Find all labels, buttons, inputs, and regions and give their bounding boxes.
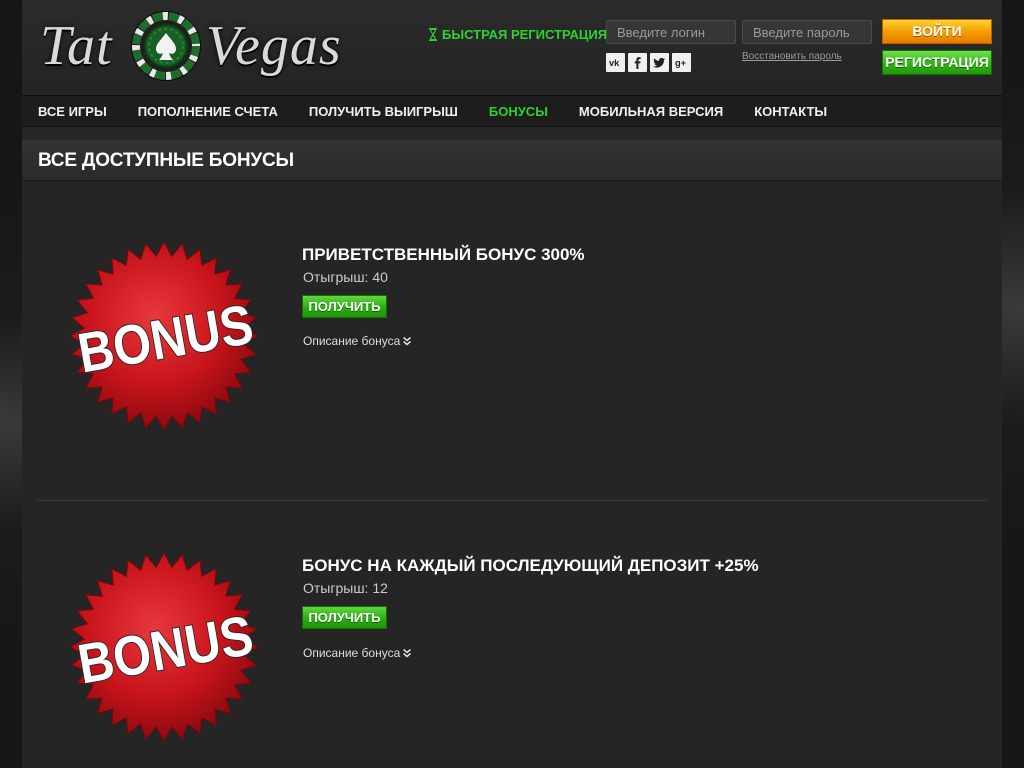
twitter-icon[interactable] [650, 53, 669, 72]
logo-text-left: Tat [40, 15, 113, 77]
bonus-title: ПРИВЕТСТВЕННЫЙ БОНУС 300% [302, 245, 585, 264]
bonus-description-label: Описание бонуса [303, 646, 401, 660]
logo-text-right: Vegas [206, 15, 342, 77]
nav-item-bonuses[interactable]: БОНУСЫ [473, 104, 563, 119]
login-button[interactable]: ВОЙТИ [882, 19, 992, 44]
page-title: ВСЕ ДОСТУПНЫЕ БОНУСЫ [38, 150, 294, 171]
bonus-wager: Отыгрыш: 40 [303, 269, 388, 285]
main-nav: ВСЕ ИГРЫ ПОПОЛНЕНИЕ СЧЕТА ПОЛУЧИТЬ ВЫИГР… [22, 95, 1002, 127]
section-header: ВСЕ ДОСТУПНЫЕ БОНУСЫ [22, 140, 1002, 181]
vk-icon[interactable]: vk [606, 53, 625, 72]
header: Tat Vegas БЫСТРАЯ РЕГИСТРАЦИЯ vk [22, 0, 1002, 94]
svg-text:g+: g+ [675, 58, 687, 68]
poker-chip-icon [131, 11, 201, 81]
divider [37, 500, 987, 501]
hourglass-icon [429, 27, 437, 41]
bonus-description-label: Описание бонуса [303, 334, 401, 348]
social-links: vk g+ [606, 53, 691, 72]
get-bonus-button[interactable]: ПОЛУЧИТЬ [302, 295, 387, 318]
fast-registration-link[interactable]: БЫСТРАЯ РЕГИСТРАЦИЯ [428, 25, 607, 43]
nav-item-mobile[interactable]: МОБИЛЬНАЯ ВЕРСИЯ [563, 104, 738, 119]
bonus-description-toggle[interactable]: Описание бонуса [303, 646, 412, 660]
register-button[interactable]: РЕГИСТРАЦИЯ [882, 50, 992, 75]
bonus-title: БОНУС НА КАЖДЫЙ ПОСЛЕДУЮЩИЙ ДЕПОЗИТ +25% [302, 556, 759, 575]
site-container: Tat Vegas БЫСТРАЯ РЕГИСТРАЦИЯ vk [22, 0, 1002, 768]
restore-password-link[interactable]: Восстановить пароль [742, 51, 842, 62]
nav-item-all-games[interactable]: ВСЕ ИГРЫ [22, 104, 122, 119]
svg-text:vk: vk [609, 58, 620, 68]
bonus-badge-image: BONUS [68, 551, 260, 743]
bonus-badge-image: BONUS [68, 240, 260, 432]
nav-item-deposit[interactable]: ПОПОЛНЕНИЕ СЧЕТА [122, 104, 293, 119]
login-input[interactable] [606, 20, 736, 44]
double-chevron-down-icon [403, 336, 412, 346]
facebook-icon[interactable] [628, 53, 647, 72]
bonus-wager: Отыгрыш: 12 [303, 580, 388, 596]
double-chevron-down-icon [403, 648, 412, 658]
get-bonus-button[interactable]: ПОЛУЧИТЬ [302, 606, 387, 629]
nav-item-withdraw[interactable]: ПОЛУЧИТЬ ВЫИГРЫШ [293, 104, 473, 119]
google-plus-icon[interactable]: g+ [672, 53, 691, 72]
fast-registration-label: БЫСТРАЯ РЕГИСТРАЦИЯ [442, 26, 608, 42]
bonus-list: BONUS ПРИВЕТСТВЕННЫЙ БОНУС 300% Отыгрыш:… [22, 181, 1002, 768]
logo[interactable]: Tat Vegas [36, 8, 376, 84]
nav-item-contacts[interactable]: КОНТАКТЫ [739, 104, 843, 119]
password-input[interactable] [742, 20, 872, 44]
bonus-description-toggle[interactable]: Описание бонуса [303, 334, 412, 348]
